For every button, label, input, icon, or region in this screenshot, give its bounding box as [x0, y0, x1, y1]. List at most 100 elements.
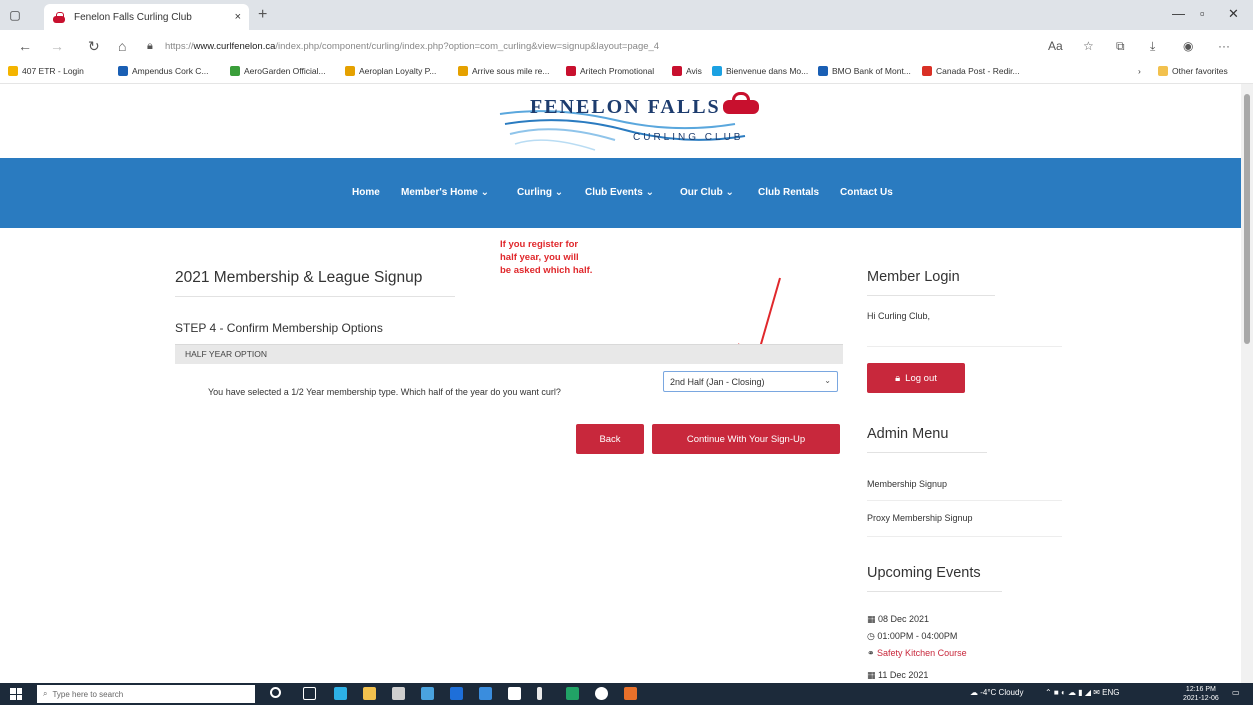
more-icon[interactable]: ··· [1218, 39, 1230, 53]
tab-close-icon[interactable]: × [235, 11, 241, 23]
downloads-icon[interactable]: ⤓ [1150, 39, 1155, 54]
nav-our-club[interactable]: Our Club ⌄ [680, 187, 734, 198]
bookmark-item[interactable]: Aritech Promotional [566, 66, 654, 76]
logo-subtitle: CURLING CLUB [633, 132, 744, 143]
annotation-line: If you register for [500, 239, 579, 250]
sidebar-divider [867, 536, 1062, 537]
taskbar-search-input[interactable]: ⌕ Type here to search [37, 685, 255, 703]
bookmark-item[interactable]: Avis [672, 66, 702, 76]
edge-icon[interactable] [334, 687, 347, 700]
bookmark-label: Aritech Promotional [580, 66, 655, 76]
continue-button[interactable]: Continue With Your Sign-Up [652, 424, 840, 454]
nav-home[interactable]: Home [352, 187, 380, 198]
member-login-heading: Member Login [867, 269, 960, 285]
event-title[interactable]: ⚭ Safety Kitchen Course [867, 648, 967, 659]
event-time: ◷ 01:00PM - 04:00PM [867, 631, 957, 642]
nav-members-home[interactable]: Member's Home ⌄ [401, 187, 489, 198]
bookmark-item[interactable]: BMO Bank of Mont... [818, 66, 911, 76]
sidebar-divider [867, 500, 1062, 501]
cortana-icon[interactable] [270, 687, 281, 698]
nav-contact-us[interactable]: Contact Us [840, 187, 893, 198]
bookmark-label: Canada Post - Redir... [936, 66, 1020, 76]
main-nav: Home Member's Home ⌄ Curling ⌄ Club Even… [0, 158, 1241, 228]
scrollbar-thumb[interactable] [1244, 94, 1250, 344]
admin-link-membership-signup[interactable]: Membership Signup [867, 479, 947, 489]
nav-club-events[interactable]: Club Events ⌄ [585, 187, 654, 198]
nav-club-rentals[interactable]: Club Rentals [758, 187, 819, 198]
store-icon[interactable] [392, 687, 405, 700]
event-title-link[interactable]: Safety Kitchen Course [877, 648, 967, 658]
bookmark-item[interactable]: Ampendus Cork C... [118, 66, 209, 76]
notepad-icon[interactable] [508, 687, 521, 700]
powerpoint-icon[interactable] [624, 687, 637, 700]
bookmark-label: Arrive sous mile re... [472, 66, 550, 76]
file-explorer-icon[interactable] [363, 687, 376, 700]
logout-button[interactable]: 🔒︎ Log out [867, 363, 965, 393]
logo-title: FENELON FALLS [530, 96, 721, 118]
outlook-icon[interactable] [450, 687, 463, 700]
bookmark-item[interactable]: Aeroplan Loyalty P... [345, 66, 436, 76]
word-icon[interactable] [479, 687, 492, 700]
back-button[interactable]: Back [576, 424, 644, 454]
bookmark-item[interactable]: Canada Post - Redir... [922, 66, 1020, 76]
app-icon[interactable] [537, 687, 542, 700]
windows-start-icon[interactable] [10, 688, 22, 700]
half-year-question: You have selected a 1/2 Year membership … [208, 387, 561, 397]
step-title: STEP 4 - Confirm Membership Options [175, 321, 383, 335]
event-time-text: 01:00PM - 04:00PM [877, 631, 958, 641]
sidebar-divider [867, 295, 995, 296]
other-favorites[interactable]: Other favorites [1158, 66, 1228, 76]
bookmark-label: 407 ETR - Login [22, 66, 84, 76]
bookmark-favicon-icon [118, 66, 128, 76]
task-view-icon[interactable] [303, 687, 316, 700]
read-aloud-icon[interactable]: Aа [1048, 39, 1063, 53]
bookmark-label: Ampendus Cork C... [132, 66, 209, 76]
chrome-icon[interactable] [595, 687, 608, 700]
page-scrollbar[interactable] [1241, 84, 1253, 683]
system-tray-icons[interactable]: ⌃ ■ ◐ ☁ ▮ ◢ ✉ ENG [1045, 688, 1120, 697]
event-date-text: 11 Dec 2021 [878, 670, 929, 680]
forward-arrow-icon[interactable]: → [50, 38, 64, 54]
lock-icon[interactable]: 🔒︎ [147, 40, 153, 53]
half-year-select[interactable]: 2nd Half (Jan - Closing) ⌄ [663, 371, 838, 392]
bookmark-item[interactable]: Arrive sous mile re... [458, 66, 549, 76]
title-divider [175, 296, 455, 297]
bookmarks-overflow-icon[interactable]: › [1138, 66, 1141, 76]
calendar-icon: ▦ [867, 614, 879, 624]
photos-icon[interactable] [421, 687, 434, 700]
browser-tab[interactable]: Fenelon Falls Curling Club × [44, 4, 249, 30]
url-field[interactable]: https://www.curlfenelon.ca/index.php/com… [165, 35, 1035, 57]
upcoming-events-heading: Upcoming Events [867, 565, 981, 581]
bookmark-item[interactable]: Bienvenue dans Mo... [712, 66, 808, 76]
home-icon[interactable]: ⌂ [118, 38, 126, 54]
profile-icon[interactable]: ◉ [1183, 39, 1193, 53]
notifications-icon[interactable]: ▭ [1232, 688, 1240, 697]
excel-icon[interactable] [566, 687, 579, 700]
calendar-icon: ▦ [867, 670, 879, 680]
minimize-icon[interactable]: — [1172, 6, 1185, 21]
weather-tray[interactable]: ☁ -4°C Cloudy [970, 688, 1023, 697]
search-icon: ⌕ [43, 689, 48, 698]
event-date: ▦ 08 Dec 2021 [867, 614, 929, 625]
refresh-icon[interactable]: ↻ [88, 38, 100, 55]
site-logo[interactable]: FENELON FALLS CURLING CLUB [495, 84, 765, 158]
bookmark-item[interactable]: AeroGarden Official... [230, 66, 326, 76]
chevron-down-icon: ⌄ [824, 376, 831, 385]
back-arrow-icon[interactable]: ← [18, 38, 32, 54]
tab-actions-icon[interactable]: ▢ [0, 0, 30, 30]
url-path: /index.php/component/curling/index.php?o… [275, 40, 660, 52]
bookmark-label: Avis [686, 66, 702, 76]
maximize-icon[interactable]: ▫ [1200, 6, 1205, 21]
windows-taskbar: ⌕ Type here to search ☁ -4°C Cloudy ⌃ ■ … [0, 683, 1253, 705]
collections-icon[interactable]: ⧉ [1116, 39, 1125, 54]
favorite-star-icon[interactable]: ☆ [1083, 39, 1094, 53]
nav-curling[interactable]: Curling ⌄ [517, 187, 563, 198]
sidebar-divider [867, 346, 1062, 347]
new-tab-icon[interactable]: + [258, 6, 267, 24]
annotation-line: half year, you will [500, 252, 579, 263]
window-close-icon[interactable]: ✕ [1228, 6, 1239, 22]
admin-link-proxy-membership-signup[interactable]: Proxy Membership Signup [867, 513, 973, 523]
clock[interactable]: 12:16 PM 2021-12-06 [1183, 685, 1219, 703]
bookmark-item[interactable]: 407 ETR - Login [8, 66, 84, 76]
url-prefix: https:// [165, 40, 194, 52]
